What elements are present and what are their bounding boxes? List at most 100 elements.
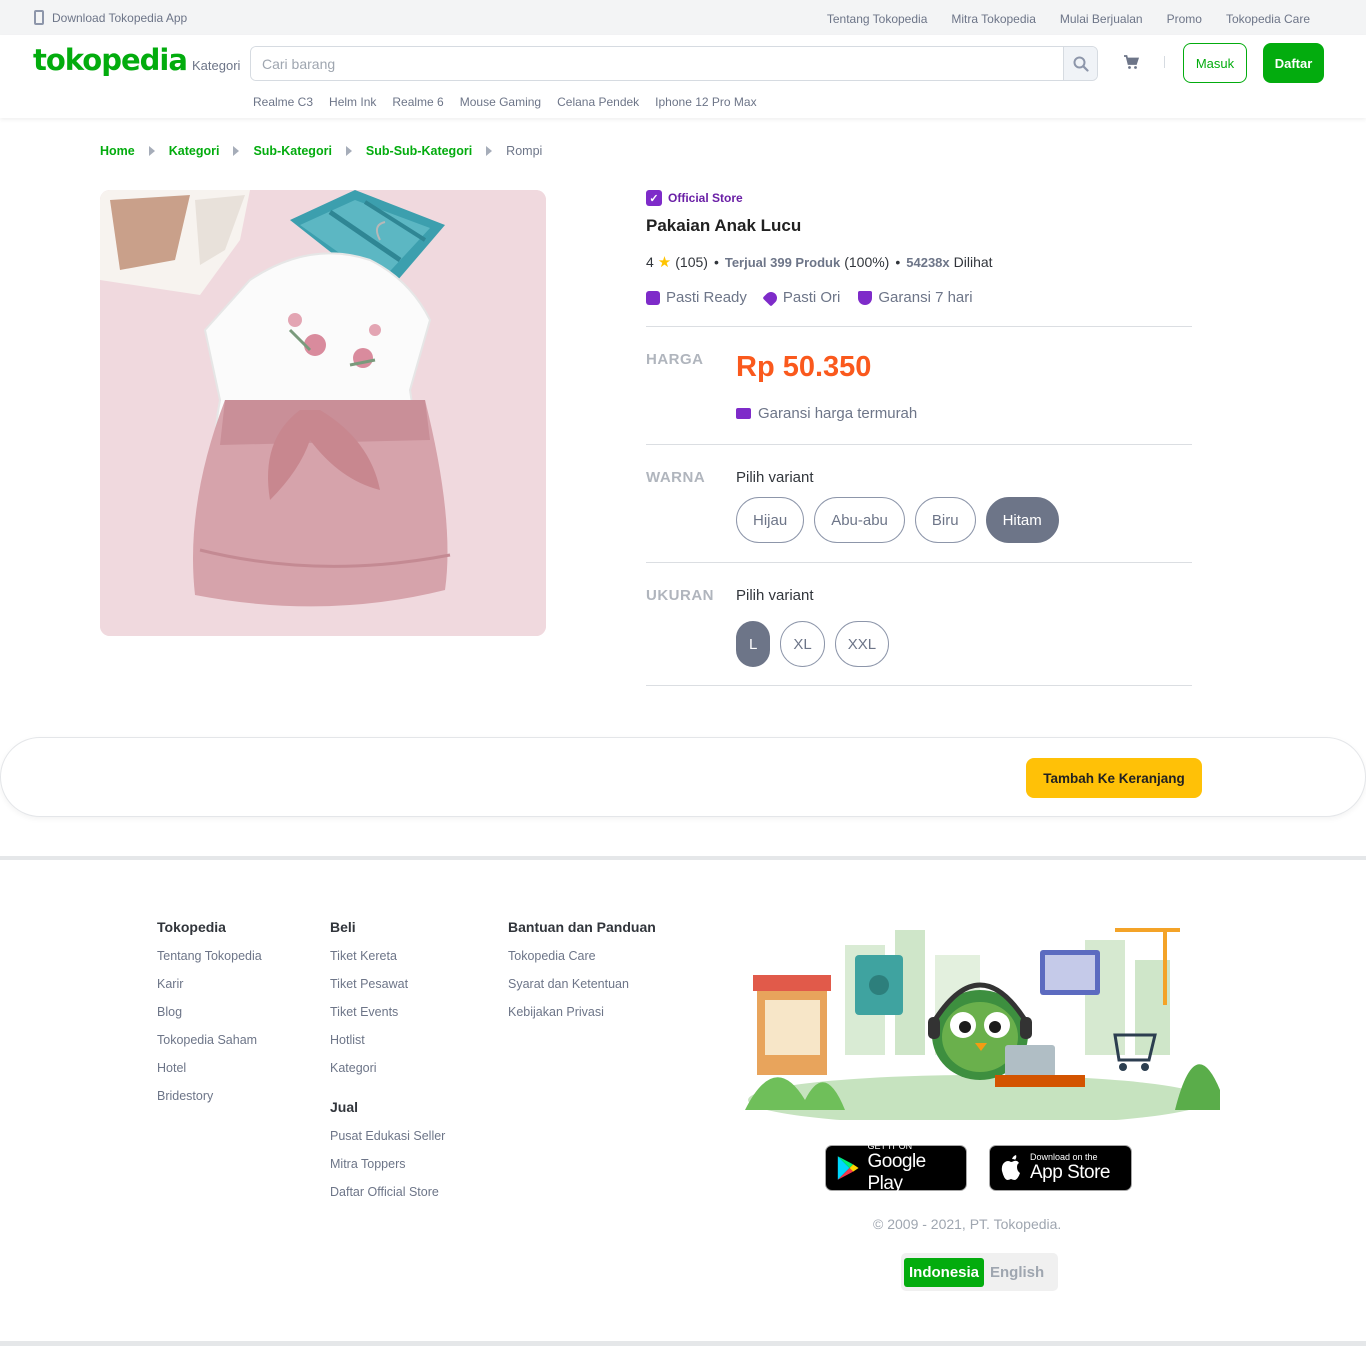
- product-features: Pasti Ready Pasti Ori Garansi 7 hari: [646, 289, 1192, 306]
- search-keywords: Realme C3 Helm Ink Realme 6 Mouse Gaming…: [253, 95, 757, 109]
- breadcrumb-arrow-icon: [148, 146, 155, 156]
- footer-link[interactable]: Pusat Edukasi Seller: [330, 1129, 445, 1143]
- kategori-menu[interactable]: Kategori: [192, 58, 240, 73]
- size-option-l[interactable]: L: [736, 621, 771, 667]
- tag-icon: [762, 289, 780, 306]
- breadcrumb-arrow-icon: [486, 146, 493, 156]
- footer-heading: Tokopedia: [157, 919, 226, 935]
- footer-illustration: [735, 925, 1221, 1125]
- footer-link[interactable]: Blog: [157, 1005, 262, 1019]
- footer-link[interactable]: Tiket Kereta: [330, 949, 445, 963]
- footer-link[interactable]: Kategori: [330, 1061, 445, 1075]
- footer-column-tokopedia: Tokopedia Tentang Tokopedia Karir Blog T…: [157, 919, 262, 1117]
- add-to-cart-bar: Tambah Ke Keranjang: [0, 737, 1366, 817]
- download-app-link[interactable]: Download Tokopedia App: [34, 10, 187, 25]
- footer-link[interactable]: Daftar Official Store: [330, 1185, 445, 1199]
- review-count[interactable]: (105): [675, 254, 708, 270]
- tokopedia-logo[interactable]: tokopedia: [33, 43, 188, 77]
- size-option-xl[interactable]: XL: [780, 621, 825, 667]
- google-play-button[interactable]: GET IT ON Google Play: [825, 1141, 967, 1194]
- cart-button[interactable]: [1123, 55, 1140, 75]
- footer-heading: Bantuan dan Panduan: [508, 919, 656, 935]
- bottom-divider: [0, 1341, 1366, 1346]
- color-option-hijau[interactable]: Hijau: [736, 497, 805, 543]
- footer-link[interactable]: Hotlist: [330, 1033, 445, 1047]
- footer-link[interactable]: Tiket Pesawat: [330, 977, 445, 991]
- cart-icon: [1124, 55, 1140, 69]
- footer-heading: Beli: [330, 919, 356, 935]
- feature-garansi: Garansi 7 hari: [858, 289, 973, 306]
- size-option-xxl[interactable]: XXL: [834, 621, 890, 667]
- breadcrumb-home[interactable]: Home: [100, 144, 135, 158]
- top-utility-bar: Download Tokopedia App Tentang Tokopedia…: [0, 0, 1366, 35]
- product-title: Pakaian Anak Lucu: [646, 216, 802, 235]
- phone-icon: [34, 10, 44, 25]
- footer-link[interactable]: Hotel: [157, 1061, 262, 1075]
- lang-english[interactable]: English: [984, 1258, 1050, 1287]
- add-to-cart-button[interactable]: Tambah Ke Keranjang: [1026, 758, 1202, 798]
- product-stats: 4 ★ (105) • Terjual 399 Produk (100%) • …: [646, 253, 1192, 271]
- search-input[interactable]: [251, 47, 1065, 80]
- footer-link[interactable]: Tentang Tokopedia: [157, 949, 262, 963]
- google-play-icon: [837, 1156, 859, 1180]
- footer-link[interactable]: Tiket Events: [330, 1005, 445, 1019]
- size-label: UKURAN: [646, 587, 714, 604]
- view-count: 54238x: [906, 254, 950, 270]
- official-check-icon: ✓: [646, 190, 662, 206]
- top-links: Tentang Tokopedia Mitra Tokopedia Mulai …: [827, 12, 1310, 26]
- footer-link[interactable]: Kebijakan Privasi: [508, 1005, 656, 1019]
- keyword-link[interactable]: Iphone 12 Pro Max: [655, 95, 756, 109]
- keyword-link[interactable]: Helm Ink: [329, 95, 376, 109]
- footer-link[interactable]: Syarat dan Ketentuan: [508, 977, 656, 991]
- footer-link[interactable]: Tokopedia Saham: [157, 1033, 262, 1047]
- breadcrumb-sub-sub-kategori[interactable]: Sub-Sub-Kategori: [366, 144, 472, 158]
- keyword-link[interactable]: Celana Pendek: [557, 95, 639, 109]
- search-button[interactable]: [1063, 47, 1097, 80]
- breadcrumb-kategori[interactable]: Kategori: [169, 144, 220, 158]
- google-play-big: Google Play: [867, 1151, 926, 1194]
- register-button[interactable]: Daftar: [1263, 43, 1324, 83]
- footer-link[interactable]: Bridestory: [157, 1089, 262, 1103]
- keyword-link[interactable]: Mouse Gaming: [460, 95, 541, 109]
- breadcrumb-arrow-icon: [345, 146, 352, 156]
- rating-value: 4: [646, 254, 654, 270]
- separator-dot: •: [895, 254, 901, 270]
- breadcrumb: Home Kategori Sub-Kategori Sub-Sub-Kateg…: [100, 144, 542, 158]
- keyword-link[interactable]: Realme C3: [253, 95, 313, 109]
- footer-heading: Jual: [330, 1099, 359, 1115]
- app-store-button[interactable]: Download on the App Store: [989, 1145, 1132, 1191]
- product-price: Rp 50.350: [736, 351, 872, 383]
- price-guarantee: Garansi harga termurah: [736, 405, 917, 422]
- top-link-mitra[interactable]: Mitra Tokopedia: [951, 12, 1036, 26]
- product-photo: [100, 190, 546, 636]
- product-info: ✓ Official Store Pakaian Anak Lucu 4 ★ (…: [646, 190, 1192, 306]
- login-button[interactable]: Masuk: [1183, 43, 1247, 83]
- breadcrumb-sub-kategori[interactable]: Sub-Kategori: [253, 144, 331, 158]
- shield-icon: [858, 290, 873, 305]
- tokopedia-mascot-illustration: [745, 928, 1220, 1125]
- top-link-care[interactable]: Tokopedia Care: [1226, 12, 1310, 26]
- language-switcher: Indonesia English: [901, 1253, 1058, 1291]
- top-link-mulai-berjualan[interactable]: Mulai Berjualan: [1060, 12, 1143, 26]
- official-store-badge: ✓ Official Store: [646, 190, 1192, 206]
- color-option-abu-abu[interactable]: Abu-abu: [814, 497, 905, 543]
- footer-link[interactable]: Mitra Toppers: [330, 1157, 445, 1171]
- keyword-link[interactable]: Realme 6: [392, 95, 443, 109]
- main-header: tokopedia Kategori Masuk Daftar Realme C…: [0, 35, 1366, 118]
- top-link-tentang[interactable]: Tentang Tokopedia: [827, 12, 928, 26]
- footer-column-beli: Beli Tiket Kereta Tiket Pesawat Tiket Ev…: [330, 919, 445, 1213]
- lang-indonesia[interactable]: Indonesia: [904, 1257, 985, 1287]
- footer-divider: [0, 856, 1366, 860]
- color-options: Hijau Abu-abu Biru Hitam: [736, 497, 1059, 543]
- google-play-small: GET IT ON: [867, 1141, 913, 1151]
- color-option-biru[interactable]: Biru: [914, 497, 976, 543]
- top-link-promo[interactable]: Promo: [1167, 12, 1202, 26]
- color-label: WARNA: [646, 469, 706, 486]
- feature-label: Garansi 7 hari: [878, 289, 973, 306]
- product-image[interactable]: [100, 190, 546, 636]
- footer-column-bantuan: Bantuan dan Panduan Tokopedia Care Syara…: [508, 919, 656, 1033]
- color-option-hitam[interactable]: Hitam: [985, 497, 1059, 543]
- footer-link[interactable]: Karir: [157, 977, 262, 991]
- footer-link[interactable]: Tokopedia Care: [508, 949, 656, 963]
- copyright: © 2009 - 2021, PT. Tokopedia.: [873, 1216, 1062, 1232]
